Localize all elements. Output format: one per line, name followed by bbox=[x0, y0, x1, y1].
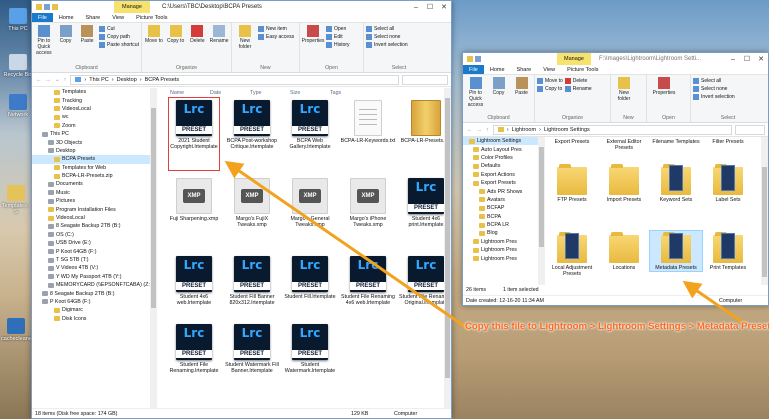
arrow-to-source-file bbox=[224, 160, 471, 332]
arrow-to-metadata-presets bbox=[682, 280, 743, 324]
annotation-arrows bbox=[224, 160, 743, 332]
annotation-instruction: Copy this file to Lightroom > Lightroom … bbox=[465, 321, 769, 332]
